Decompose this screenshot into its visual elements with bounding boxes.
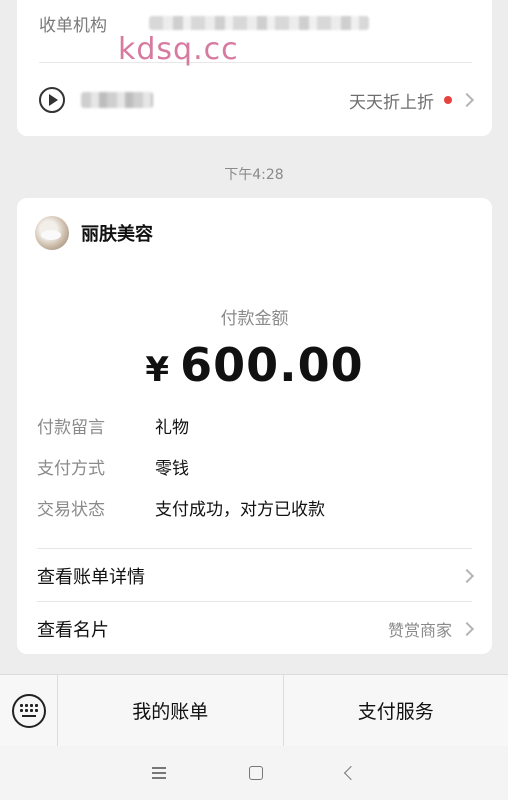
shop-avatar[interactable]	[35, 216, 69, 250]
amount-label: 付款金额	[220, 309, 289, 329]
promo-text: 天天折上折	[349, 92, 434, 113]
bill-details-label: 查看账单详情	[37, 567, 145, 588]
detail-value: 零钱	[155, 459, 189, 479]
merchant-row: 收单机构	[39, 8, 472, 38]
detail-row-method: 支付方式 零钱	[37, 446, 325, 487]
divider	[39, 62, 472, 63]
home-icon[interactable]	[248, 766, 263, 780]
play-icon	[39, 87, 65, 113]
my-bills-button[interactable]: 我的账单	[58, 675, 283, 746]
promo-link[interactable]: 天天折上折	[349, 88, 475, 113]
view-card-label: 查看名片	[37, 620, 109, 641]
divider	[37, 601, 472, 602]
view-card-link[interactable]: 查看名片 赞赏商家	[37, 603, 475, 655]
bill-details-link[interactable]: 查看账单详情	[37, 550, 475, 602]
red-dot-badge	[444, 96, 452, 104]
payment-card: 丽肤美容 付款金额 ¥600.00 付款留言 礼物 支付方式 零钱 交易状态 支…	[17, 198, 492, 654]
blurred-promo-name	[81, 92, 153, 108]
payment-services-button[interactable]: 支付服务	[282, 675, 508, 746]
menu-icon[interactable]	[151, 767, 166, 779]
shop-name: 丽肤美容	[81, 224, 153, 245]
detail-key: 付款留言	[37, 418, 105, 438]
payment-details: 付款留言 礼物 支付方式 零钱 交易状态 支付成功，对方已收款	[37, 405, 325, 528]
detail-key: 交易状态	[37, 500, 105, 520]
keyboard-icon	[11, 693, 46, 728]
chevron-right-icon	[459, 568, 475, 584]
detail-value: 支付成功，对方已收款	[155, 500, 325, 520]
detail-value: 礼物	[155, 418, 189, 438]
system-nav-bar	[0, 746, 508, 800]
message-timestamp: 下午4:28	[224, 167, 284, 183]
chevron-right-icon	[459, 92, 475, 108]
detail-row-message: 付款留言 礼物	[37, 405, 325, 446]
chevron-right-icon	[459, 621, 475, 637]
detail-row-status: 交易状态 支付成功，对方已收款	[37, 487, 325, 528]
blurred-merchant-name	[149, 16, 369, 30]
keyboard-toggle-button[interactable]	[0, 675, 58, 746]
watermark: kdsq.cc	[118, 32, 239, 67]
payment-amount: ¥600.00	[17, 338, 492, 392]
amount-value: 600.00	[180, 338, 364, 392]
promo-row[interactable]: 天天折上折	[39, 81, 475, 119]
bottom-menu-bar: 我的账单 支付服务	[0, 674, 508, 746]
detail-key: 支付方式	[37, 459, 105, 479]
currency-symbol: ¥	[145, 350, 171, 390]
divider	[37, 548, 472, 549]
tip-merchant-label: 赞赏商家	[387, 621, 452, 640]
back-icon[interactable]	[344, 765, 359, 781]
merchant-card: 收单机构 天天折上折	[17, 0, 492, 136]
shop-header[interactable]: 丽肤美容	[35, 216, 153, 250]
